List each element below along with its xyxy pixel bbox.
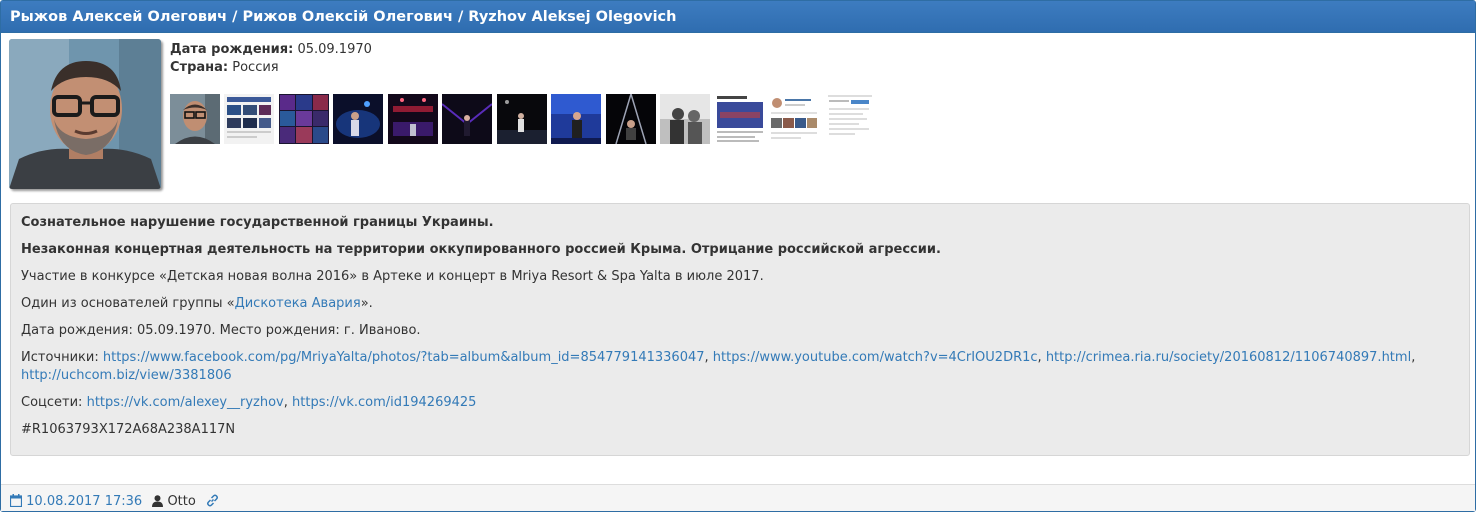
user-icon (152, 495, 164, 507)
founder-prefix: Один из основателей группы « (21, 296, 235, 311)
thumb-bw-photo[interactable] (660, 94, 710, 144)
sources-line: Источники: https://www.facebook.com/pg/M… (21, 350, 1416, 383)
birth-value: 05.09.1970 (297, 42, 372, 57)
author-name: Otto (167, 494, 196, 509)
thumb-stage-purple[interactable] (442, 94, 492, 144)
thumb-stage-red[interactable] (388, 94, 438, 144)
thumb-article-photo[interactable] (715, 94, 765, 144)
record-footer: 10.08.2017 17:36 Otto (1, 484, 1475, 511)
person-photo[interactable] (9, 39, 161, 189)
thumb-screenshot-album[interactable] (224, 94, 274, 144)
link-icon (206, 494, 218, 507)
socials-line: Соцсети: https://vk.com/alexey__ryzhov, … (21, 395, 477, 410)
thumb-stage-lights[interactable] (606, 94, 656, 144)
birth-place-line: Дата рождения: 05.09.1970. Место рождени… (21, 323, 421, 338)
thumb-stage-dark[interactable] (497, 94, 547, 144)
thumb-stage-blue[interactable] (333, 94, 383, 144)
social-link-vk-2[interactable]: https://vk.com/id194269425 (292, 395, 476, 410)
birth-row: Дата рождения: 05.09.1970 (170, 41, 372, 59)
socials-label: Соцсети: (21, 395, 83, 410)
description-well: Сознательное нарушение государственной г… (10, 203, 1470, 456)
source-link-uchcom[interactable]: http://uchcom.biz/view/3381806 (21, 368, 232, 383)
thumb-social-profile[interactable] (769, 94, 819, 144)
founder-line: Один из основателей группы «Дискотека Ав… (21, 295, 1459, 313)
source-link-youtube[interactable]: https://www.youtube.com/watch?v=4CrIOU2D… (713, 350, 1038, 365)
record-hashtag: #R1063793X172A68A238A117N (21, 422, 236, 437)
band-link[interactable]: Дискотека Авария (235, 296, 361, 311)
country-label: Страна: (170, 60, 229, 75)
social-link-vk-1[interactable]: https://vk.com/alexey__ryzhov (87, 395, 284, 410)
date-link[interactable]: 10.08.2017 17:36 (9, 485, 143, 519)
record-title: Рыжов Алексей Олегович / Рижов Олексій О… (1, 1, 1475, 33)
thumb-stage-singer[interactable] (551, 94, 601, 144)
country-value: Россия (232, 60, 279, 75)
author: Otto (152, 485, 196, 519)
calendar-icon (9, 494, 23, 508)
meta-block: Дата рождения: 05.09.1970 Страна: Россия (170, 41, 372, 77)
violation-line: Сознательное нарушение государственной г… (21, 215, 494, 230)
activity-line: Незаконная концертная деятельность на те… (21, 242, 941, 257)
founder-suffix: ». (360, 296, 373, 311)
thumb-document[interactable] (827, 94, 873, 144)
permalink-button[interactable] (206, 485, 219, 519)
thumb-portrait[interactable] (170, 94, 220, 144)
participation-line: Участие в конкурсе «Детская новая волна … (21, 269, 764, 284)
birth-label: Дата рождения: (170, 42, 294, 57)
source-link-crimea-ria[interactable]: http://crimea.ria.ru/society/20160812/11… (1046, 350, 1411, 365)
record-panel: Рыжов Алексей Олегович / Рижов Олексій О… (0, 0, 1476, 512)
thumb-concert-collage[interactable] (279, 94, 329, 144)
sources-label: Источники: (21, 350, 99, 365)
post-date: 10.08.2017 17:36 (26, 494, 143, 509)
source-link-facebook[interactable]: https://www.facebook.com/pg/MriyaYalta/p… (103, 350, 705, 365)
country-row: Страна: Россия (170, 59, 372, 77)
